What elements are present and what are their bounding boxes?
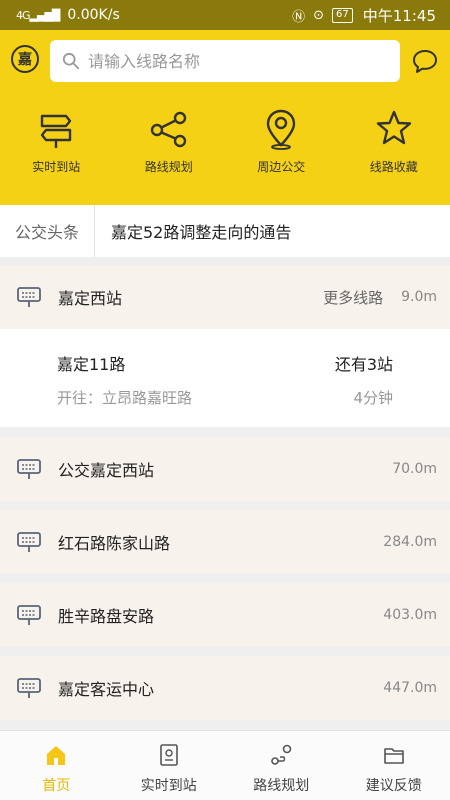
station-row[interactable]: 嘉定西站 更多线路 9.0m bbox=[0, 265, 450, 329]
tab-realtime[interactable]: 实时到站 bbox=[113, 731, 226, 800]
tab-feedback[interactable]: 建议反馈 bbox=[338, 731, 450, 800]
station-distance: 70.0m bbox=[392, 461, 437, 477]
search-bar[interactable] bbox=[50, 40, 400, 82]
message-icon[interactable] bbox=[412, 48, 438, 74]
tab-home[interactable]: 首页 bbox=[0, 731, 113, 800]
station-name: 嘉定客运中心 bbox=[58, 680, 155, 699]
tab-home-label: 首页 bbox=[42, 778, 71, 794]
station-row[interactable]: 嘉定客运中心 447.0m bbox=[0, 656, 450, 720]
tab-realtime-label: 实时到站 bbox=[140, 778, 197, 794]
route-stops-left: 还有3站 bbox=[334, 355, 393, 374]
route-name: 嘉定11路 bbox=[57, 355, 126, 374]
route-card[interactable]: 嘉定11路 还有3站 开往：立昂路嘉旺路 4分钟 bbox=[0, 329, 450, 427]
route-eta: 4分钟 bbox=[353, 389, 393, 407]
bus-stop-icon bbox=[17, 287, 41, 307]
quick-realtime[interactable]: 实时到站 bbox=[0, 108, 113, 175]
clipboard-icon bbox=[159, 744, 178, 766]
home-icon bbox=[47, 746, 66, 765]
tab-route-plan[interactable]: 路线规划 bbox=[225, 731, 338, 800]
star-icon bbox=[376, 110, 411, 145]
bus-stop-icon bbox=[17, 678, 41, 698]
quick-favorites[interactable]: 线路收藏 bbox=[338, 108, 450, 175]
quick-favorites-label: 线路收藏 bbox=[369, 160, 418, 174]
station-name: 公交嘉定西站 bbox=[58, 461, 155, 480]
quick-realtime-label: 实时到站 bbox=[32, 160, 81, 174]
search-icon bbox=[62, 52, 80, 70]
quick-actions: 实时到站 路线规划 周边公交 线路收藏 bbox=[0, 108, 450, 175]
station-name: 胜辛路盘安路 bbox=[58, 607, 155, 626]
station-row[interactable]: 红石路陈家山路 284.0m bbox=[0, 510, 450, 574]
more-lines-link[interactable]: 更多线路 bbox=[323, 287, 383, 308]
signal-icon: 4G▂▄▆█ bbox=[16, 8, 60, 22]
route-icon bbox=[271, 744, 292, 765]
station-distance: 284.0m bbox=[383, 534, 437, 550]
app-logo: 嘉 bbox=[11, 45, 39, 73]
station-distance: 9.0m bbox=[401, 289, 437, 305]
station-distance: 447.0m bbox=[383, 680, 437, 696]
header: 嘉 实时到站 路线规划 bbox=[0, 30, 450, 205]
clock: 中午11:45 bbox=[362, 6, 436, 25]
news-tag: 公交头条 bbox=[0, 205, 95, 257]
quick-nearby[interactable]: 周边公交 bbox=[225, 108, 338, 175]
station-row[interactable]: 胜辛路盘安路 403.0m bbox=[0, 583, 450, 647]
station-name: 嘉定西站 bbox=[58, 289, 123, 308]
bus-stop-icon bbox=[17, 459, 41, 479]
station-row[interactable]: 公交嘉定西站 70.0m bbox=[0, 437, 450, 501]
quick-route-plan-label: 路线规划 bbox=[144, 160, 193, 174]
bottom-tab-bar: 首页 实时到站 路线规划 建议反馈 bbox=[0, 730, 450, 800]
route-direction: 开往：立昂路嘉旺路 bbox=[57, 389, 193, 407]
location-status-icon: ⊙ bbox=[313, 7, 325, 23]
search-input[interactable] bbox=[88, 51, 388, 71]
share-nodes-icon bbox=[150, 111, 186, 148]
battery-icon: 67 bbox=[332, 7, 353, 23]
network-speed: 0.00K/s bbox=[67, 7, 120, 23]
station-distance: 403.0m bbox=[383, 607, 437, 623]
news-strip[interactable]: 公交头条 嘉定52路调整走向的通告 bbox=[0, 205, 450, 257]
status-bar: 4G▂▄▆█ 0.00K/s Ⓝ ⊙ 67 中午11:45 bbox=[0, 0, 450, 30]
bus-stop-icon bbox=[17, 605, 41, 625]
quick-route-plan[interactable]: 路线规划 bbox=[113, 108, 226, 175]
tab-feedback-label: 建议反馈 bbox=[365, 778, 422, 794]
folder-icon bbox=[383, 748, 404, 764]
station-name: 红石路陈家山路 bbox=[58, 534, 171, 553]
nfc-icon: Ⓝ bbox=[292, 9, 306, 25]
quick-nearby-label: 周边公交 bbox=[257, 160, 306, 174]
tab-route-plan-label: 路线规划 bbox=[253, 778, 310, 794]
location-pin-icon bbox=[267, 109, 296, 150]
news-headline[interactable]: 嘉定52路调整走向的通告 bbox=[95, 219, 291, 243]
bus-stop-icon bbox=[17, 532, 41, 552]
transfer-arrows-icon bbox=[41, 114, 72, 148]
